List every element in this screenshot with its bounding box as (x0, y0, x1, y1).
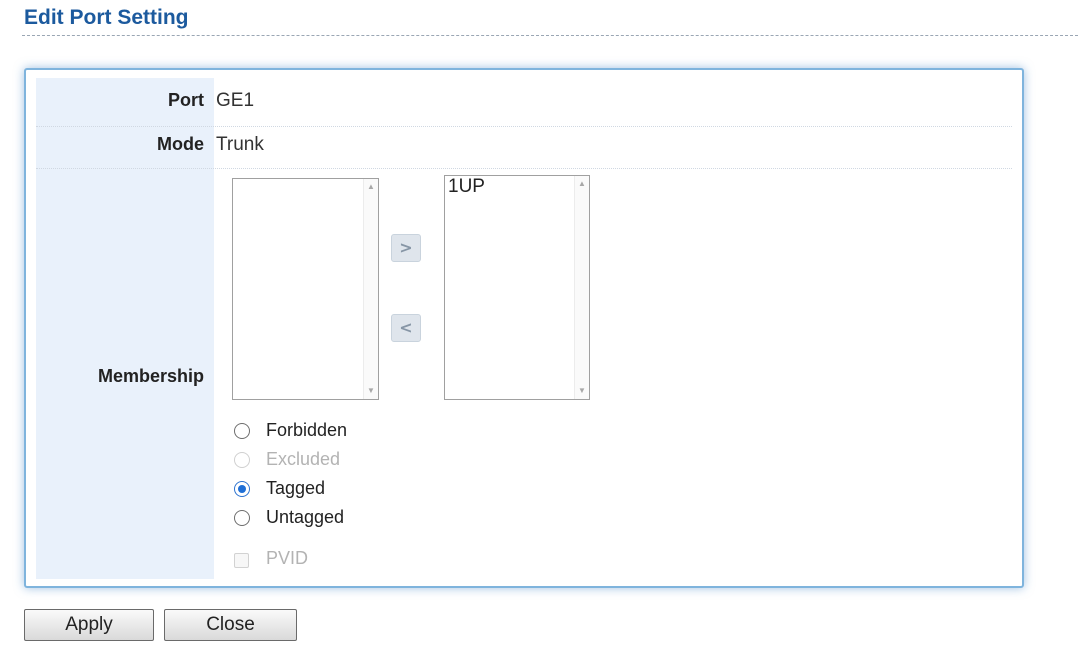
row-divider (36, 168, 1012, 169)
port-value: GE1 (216, 90, 255, 111)
scroll-down-icon[interactable]: ▼ (578, 387, 586, 395)
close-button[interactable]: Close (164, 609, 297, 641)
scroll-up-icon[interactable]: ▲ (578, 180, 586, 188)
pvid-label: PVID (266, 548, 309, 568)
pvid-checkbox (234, 553, 249, 568)
untagged-label: Untagged (266, 507, 345, 527)
mode-value: Trunk (216, 134, 264, 155)
scroll-up-icon[interactable]: ▲ (367, 183, 375, 191)
list-scrollbar[interactable]: ▲ ▼ (574, 176, 589, 399)
excluded-radio (234, 452, 250, 468)
forbidden-radio[interactable] (234, 423, 250, 439)
list-scrollbar[interactable]: ▲ ▼ (363, 179, 378, 399)
excluded-label: Excluded (266, 449, 341, 469)
list-item[interactable]: 1UP (448, 176, 485, 198)
chevron-right-icon: > (399, 238, 413, 257)
tagged-radio[interactable] (234, 481, 250, 497)
membership-label: Membership (97, 366, 204, 386)
row-divider (36, 126, 1012, 127)
chevron-left-icon: < (399, 318, 413, 337)
port-settings-panel: Port GE1 Mode Trunk Membership ▲ ▼ > < 1… (24, 68, 1024, 588)
title-divider (22, 35, 1078, 36)
page-title: Edit Port Setting (24, 6, 189, 29)
available-vlan-list[interactable]: ▲ ▼ (232, 178, 379, 400)
move-right-button[interactable]: > (391, 234, 421, 262)
scroll-down-icon[interactable]: ▼ (367, 387, 375, 395)
untagged-radio[interactable] (234, 510, 250, 526)
forbidden-label: Forbidden (266, 420, 348, 440)
selected-vlan-list[interactable]: 1UP ▲ ▼ (444, 175, 590, 400)
move-left-button[interactable]: < (391, 314, 421, 342)
tagged-label: Tagged (266, 478, 326, 498)
apply-button[interactable]: Apply (24, 609, 154, 641)
port-label: Port (168, 90, 204, 110)
mode-label: Mode (157, 134, 204, 154)
